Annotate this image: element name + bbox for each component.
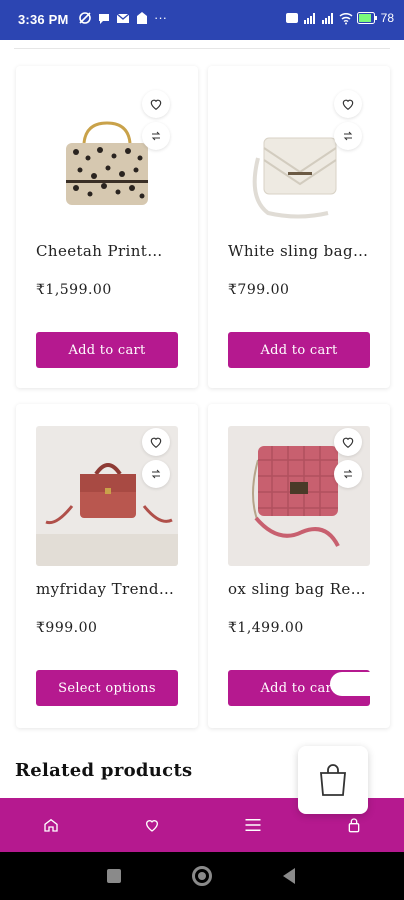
add-to-cart-button[interactable]: Add to cart: [228, 332, 370, 368]
nav-menu[interactable]: [233, 805, 273, 845]
product-price: ₹1,499.00: [228, 620, 304, 636]
wishlist-button[interactable]: [142, 428, 170, 456]
heart-icon: [145, 820, 158, 832]
recents-button[interactable]: [107, 869, 121, 883]
product-title[interactable]: Cheetah Print…: [36, 242, 163, 260]
wishlist-button[interactable]: [142, 90, 170, 118]
status-right-icons: 78: [285, 11, 394, 25]
shopping-bag-icon: [320, 764, 346, 796]
compare-button[interactable]: [142, 122, 170, 150]
select-options-button[interactable]: Select options: [36, 670, 178, 706]
home-icon: [43, 818, 58, 832]
battery-percent: 78: [380, 11, 394, 25]
compare-icon: [151, 131, 161, 141]
wishlist-button[interactable]: [334, 428, 362, 456]
compare-button[interactable]: [334, 460, 362, 488]
sync-off-icon: [79, 12, 91, 24]
menu-icon: [245, 819, 260, 831]
wishlist-button[interactable]: [334, 90, 362, 118]
lock-icon: [348, 818, 359, 833]
nfc-icon: [285, 13, 298, 23]
product-price: ₹799.00: [228, 282, 290, 298]
product-card[interactable]: Cheetah Print… ₹1,599.00 Add to cart: [16, 66, 198, 388]
chat-icon: [99, 14, 109, 24]
heart-icon: [150, 99, 162, 110]
battery-icon: [356, 12, 377, 24]
back-button[interactable]: [283, 868, 295, 884]
compare-button[interactable]: [142, 460, 170, 488]
product-card[interactable]: White sling bag… ₹799.00 Add to cart: [208, 66, 390, 388]
system-navigation-bar: [0, 852, 404, 900]
app-icon: [137, 12, 147, 24]
more-icon: ···: [154, 10, 167, 25]
signal-icon: [303, 13, 315, 24]
product-title[interactable]: White sling bag…: [228, 242, 368, 260]
product-price: ₹999.00: [36, 620, 98, 636]
status-bar: 3:36 PM ··· 78: [0, 0, 404, 40]
overlay-tab: [330, 672, 370, 696]
heart-icon: [342, 437, 354, 448]
product-price: ₹1,599.00: [36, 282, 112, 298]
nav-wishlist[interactable]: [132, 805, 172, 845]
signal-2-icon: [321, 13, 333, 24]
nav-home[interactable]: [31, 805, 71, 845]
add-to-cart-button[interactable]: Add to cart: [36, 332, 178, 368]
related-products-heading: Related products: [15, 760, 193, 781]
product-card[interactable]: myfriday Trend… ₹999.00 Select options: [16, 404, 198, 728]
top-divider: [14, 48, 390, 49]
floating-cart-button[interactable]: [298, 746, 368, 814]
heart-icon: [342, 99, 354, 110]
status-time: 3:36 PM: [18, 12, 69, 27]
product-title[interactable]: myfriday Trend…: [36, 580, 174, 598]
home-button[interactable]: [192, 866, 212, 886]
compare-icon: [151, 469, 161, 479]
heart-icon: [150, 437, 162, 448]
mail-icon: [116, 13, 130, 23]
status-left-icons: ···: [78, 11, 167, 25]
compare-icon: [343, 469, 353, 479]
compare-button[interactable]: [334, 122, 362, 150]
wifi-icon: [339, 12, 353, 25]
product-title[interactable]: ox sling bag Re…: [228, 580, 366, 598]
compare-icon: [343, 131, 353, 141]
